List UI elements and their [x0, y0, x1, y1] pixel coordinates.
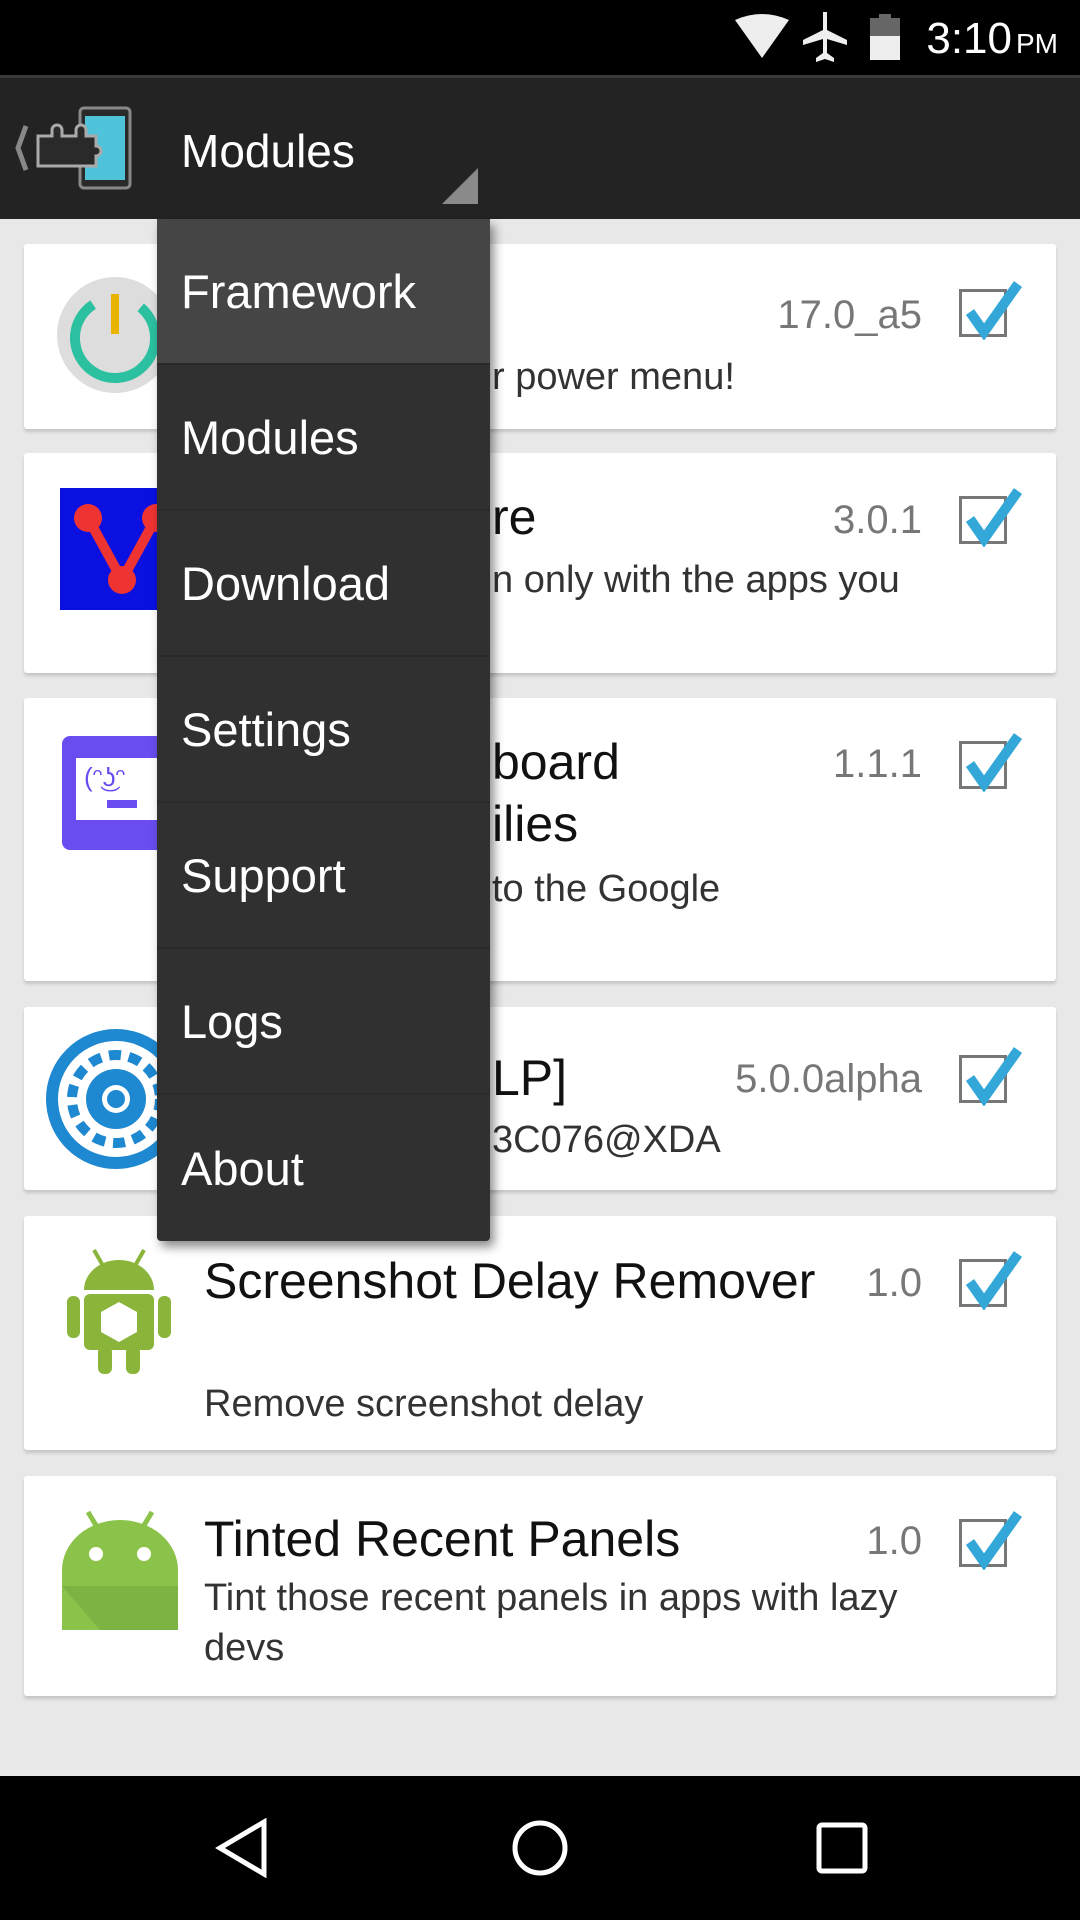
- module-description: 3C076@XDA: [492, 1119, 721, 1161]
- menu-item-framework[interactable]: Framework: [157, 219, 490, 365]
- page-title[interactable]: Modules: [181, 124, 355, 178]
- android-icon: [62, 1510, 178, 1630]
- module-enabled-checkbox[interactable]: [959, 488, 1022, 547]
- svg-text:(ᵔ͜ʖᵔ: (ᵔ͜ʖᵔ: [84, 762, 125, 792]
- module-enabled-checkbox[interactable]: [959, 733, 1022, 792]
- navigation-dropdown-menu: Framework Modules Download Settings Supp…: [157, 219, 490, 1241]
- module-version: 3.0.1: [833, 498, 922, 542]
- android-box-icon: [67, 1249, 171, 1374]
- module-enabled-checkbox[interactable]: [959, 1047, 1022, 1106]
- module-description: r power menu!: [492, 356, 735, 398]
- airplane-icon: [803, 12, 847, 62]
- menu-item-settings[interactable]: Settings: [157, 657, 490, 803]
- dropdown-indicator-icon[interactable]: [442, 168, 478, 204]
- module-description: to the Google: [492, 868, 721, 910]
- recents-icon[interactable]: [812, 1818, 872, 1878]
- clock: 3:10 PM: [926, 14, 1058, 64]
- navigation-bar: [0, 1776, 1080, 1920]
- wifi-icon: [735, 14, 789, 58]
- check-icon: [965, 1251, 1022, 1310]
- time-text: 3:10: [926, 14, 1012, 63]
- xposed-puzzle-icon[interactable]: [12, 106, 134, 190]
- module-card[interactable]: Screenshot Delay Remover Remove screensh…: [24, 1216, 1056, 1450]
- module-title-line2: ilies: [492, 796, 579, 852]
- module-enabled-checkbox[interactable]: [959, 281, 1022, 340]
- module-card[interactable]: Tinted Recent Panels Tint those recent p…: [24, 1476, 1056, 1696]
- module-version: 1.1.1: [833, 742, 922, 786]
- module-description: n only with the apps you: [492, 559, 900, 601]
- check-icon: [965, 281, 1022, 340]
- ampm-text: PM: [1016, 28, 1058, 59]
- menu-item-logs[interactable]: Logs: [157, 949, 490, 1095]
- check-icon: [965, 488, 1022, 547]
- menu-item-about[interactable]: About: [157, 1095, 490, 1241]
- module-enabled-checkbox[interactable]: [959, 1251, 1022, 1310]
- home-icon[interactable]: [510, 1818, 570, 1878]
- status-bar: 3:10 PM: [0, 0, 1080, 75]
- menu-item-modules[interactable]: Modules: [157, 365, 490, 511]
- module-version: 1.0: [866, 1261, 922, 1305]
- module-description: Tint those recent panels in apps with la…: [204, 1577, 898, 1669]
- check-icon: [965, 733, 1022, 792]
- module-version: 1.0: [866, 1519, 922, 1563]
- battery-icon: [870, 14, 900, 60]
- module-title: Screenshot Delay Remover: [204, 1253, 816, 1309]
- menu-item-download[interactable]: Download: [157, 511, 490, 657]
- check-icon: [965, 1047, 1022, 1106]
- module-version: 17.0_a5: [777, 293, 922, 337]
- check-icon: [965, 1511, 1022, 1570]
- toolbar: Modules: [0, 75, 1080, 219]
- module-enabled-checkbox[interactable]: [959, 1511, 1022, 1570]
- module-description: Remove screenshot delay: [204, 1383, 644, 1425]
- module-version: 5.0.0alpha: [735, 1057, 922, 1101]
- back-icon[interactable]: [212, 1818, 272, 1878]
- menu-item-support[interactable]: Support: [157, 803, 490, 949]
- module-title: Tinted Recent Panels: [204, 1511, 681, 1567]
